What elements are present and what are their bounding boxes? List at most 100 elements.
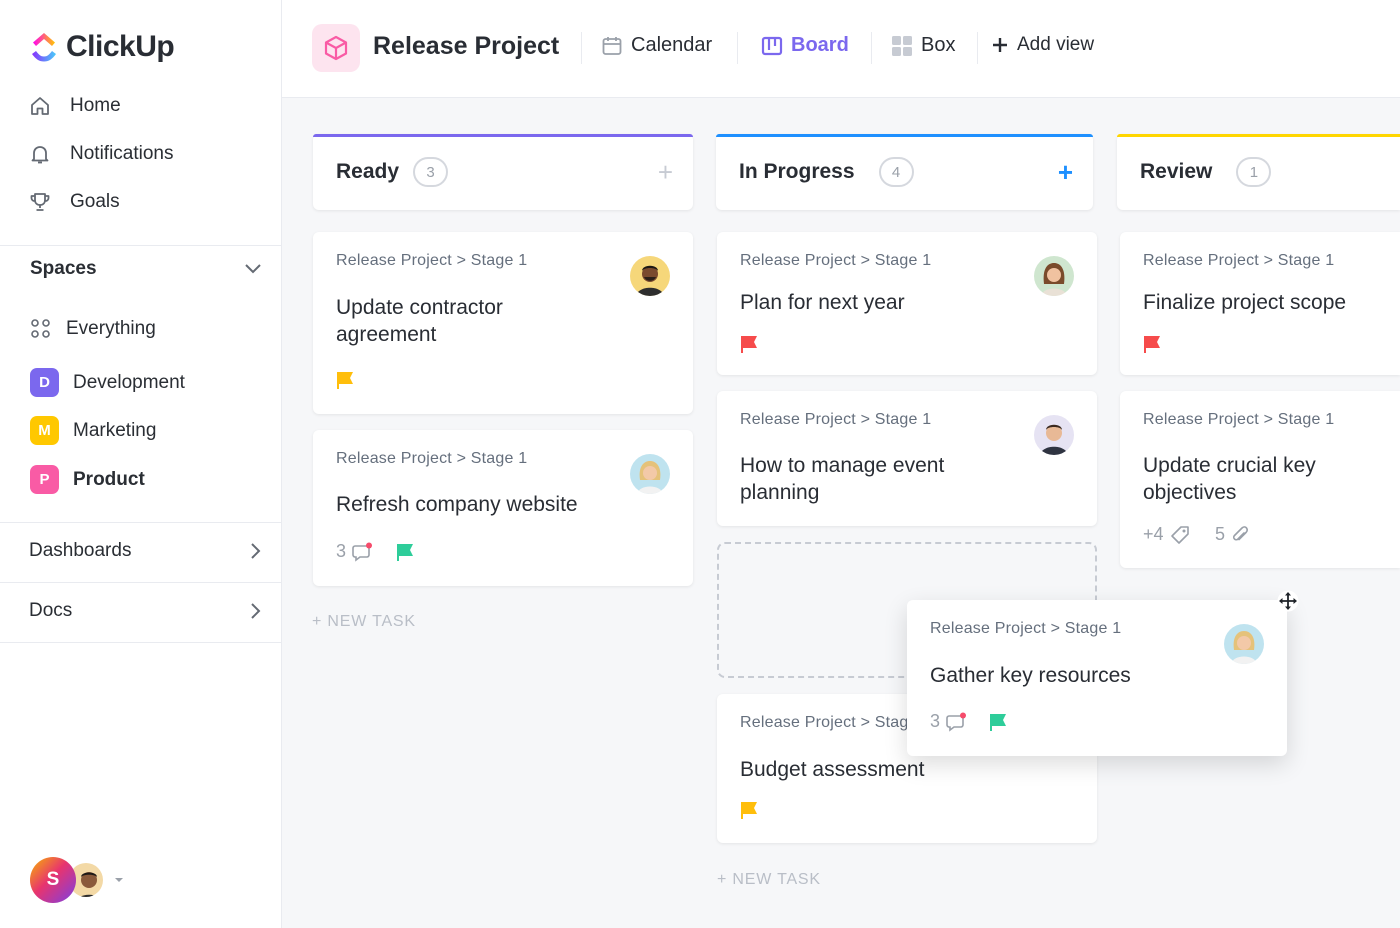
priority-flag-icon[interactable] — [1142, 335, 1162, 353]
column-count: 3 — [413, 157, 449, 187]
space-product[interactable]: P Product — [30, 465, 145, 494]
new-task-button[interactable]: + NEW TASK — [312, 613, 416, 631]
view-tab-calendar-label: Calendar — [631, 34, 713, 56]
column-title: Review — [1140, 160, 1213, 183]
task-title: How to manage event planning — [740, 454, 945, 504]
task-title: Finalize project scope — [1143, 291, 1347, 314]
space-development-label: Development — [73, 371, 185, 393]
assignee-avatar[interactable] — [1034, 256, 1074, 296]
grid-icon — [31, 319, 50, 338]
spaces-header[interactable]: Spaces — [30, 258, 262, 280]
space-development[interactable]: D Development — [30, 368, 185, 397]
priority-flag-icon[interactable] — [335, 371, 355, 389]
comment-count[interactable]: 3 — [930, 711, 968, 732]
new-task-button[interactable]: + NEW TASK — [717, 871, 821, 889]
task-title: Update crucial key objectives — [1143, 454, 1316, 504]
space-everything-label: Everything — [66, 318, 156, 339]
column-color-bar — [313, 134, 693, 137]
tag-icon — [1170, 525, 1189, 544]
assignee-avatar[interactable] — [630, 256, 670, 296]
add-task-plus-icon[interactable]: + — [658, 159, 673, 185]
assignee-avatar[interactable] — [630, 454, 670, 494]
spaces-label: Spaces — [30, 258, 97, 279]
project-icon — [312, 24, 360, 72]
view-tab-board[interactable]: Board — [761, 34, 849, 57]
task-breadcrumb: Release Project > Stage 1 — [336, 252, 528, 269]
column-header-ready[interactable]: Ready 3 + — [313, 134, 693, 210]
view-tab-calendar[interactable]: Calendar — [601, 34, 712, 57]
task-card[interactable]: Release Project > Stage 1 Update crucial… — [1120, 391, 1400, 568]
chevron-right-icon — [251, 603, 261, 619]
dashboards-row[interactable]: Dashboards — [29, 540, 261, 562]
view-separator — [737, 32, 738, 64]
sidebar-divider — [0, 245, 282, 246]
task-card[interactable]: Release Project > Stage 1 Finalize proje… — [1120, 232, 1400, 375]
priority-flag-icon[interactable] — [739, 335, 759, 353]
logo-text: ClickUp — [66, 30, 175, 63]
nav-goals[interactable]: Goals — [28, 178, 174, 226]
priority-flag-icon[interactable] — [395, 543, 415, 561]
comment-icon — [946, 712, 967, 732]
task-card[interactable]: Release Project > Stage 1 Plan for next … — [717, 232, 1097, 375]
user-menu[interactable]: S — [30, 857, 126, 903]
column-count: 4 — [878, 157, 914, 187]
trophy-icon — [28, 190, 52, 214]
assignee-avatar[interactable] — [1034, 415, 1074, 455]
home-icon — [28, 94, 52, 118]
add-task-plus-icon[interactable]: + — [1058, 159, 1073, 185]
task-breadcrumb: Release Project > Stage 1 — [740, 714, 932, 731]
caret-down-icon — [115, 878, 123, 882]
nav-notifications[interactable]: Notifications — [28, 130, 174, 178]
space-product-label: Product — [73, 468, 145, 490]
space-marketing[interactable]: M Marketing — [30, 416, 156, 445]
priority-flag-icon[interactable] — [988, 713, 1008, 731]
nav-home[interactable]: Home — [28, 82, 174, 130]
sidebar-divider — [0, 582, 282, 583]
column-color-bar — [716, 134, 1093, 137]
chevron-down-icon[interactable] — [244, 263, 262, 275]
tag-count[interactable]: +4 — [1143, 524, 1190, 545]
task-card[interactable]: Release Project > Stage 1 Update contrac… — [313, 232, 693, 414]
add-view-label: Add view — [1017, 34, 1095, 55]
cube-icon — [324, 35, 348, 61]
comment-count[interactable]: 3 — [336, 541, 374, 562]
column-count: 1 — [1236, 157, 1272, 187]
view-tab-box[interactable]: Box — [891, 34, 955, 57]
attachment-count[interactable]: 5 — [1215, 524, 1249, 545]
task-breadcrumb: Release Project > Stage 1 — [336, 450, 528, 467]
comment-icon — [352, 542, 373, 562]
space-badge-product: P — [30, 465, 59, 494]
task-breadcrumb: Release Project > Stage 1 — [1143, 252, 1335, 269]
view-separator — [977, 32, 978, 64]
column-header-in-progress[interactable]: In Progress 4 + — [716, 134, 1093, 210]
column-title: In Progress — [739, 160, 855, 183]
task-card[interactable]: Release Project > Stage 1 Refresh compan… — [313, 430, 693, 586]
column-title: Ready — [336, 160, 400, 183]
view-separator — [581, 32, 582, 64]
assignee-avatar[interactable] — [1224, 624, 1264, 664]
docs-label: Docs — [29, 600, 73, 621]
task-breadcrumb: Release Project > Stage 1 — [740, 252, 932, 269]
dashboards-label: Dashboards — [29, 540, 132, 561]
sidebar: ClickUp Home Notifications Goals Spaces — [0, 0, 282, 928]
space-everything[interactable]: Everything — [30, 318, 156, 340]
box-icon — [892, 35, 912, 56]
task-breadcrumb: Release Project > Stage 1 — [1143, 411, 1335, 428]
add-view-button[interactable]: Add view — [991, 34, 1094, 56]
paperclip-icon — [1232, 525, 1249, 541]
tag-count-value: +4 — [1143, 524, 1164, 544]
sidebar-divider — [0, 642, 282, 643]
top-header: Release Project Calendar Board Box Add v… — [282, 0, 1400, 98]
task-breadcrumb: Release Project > Stage 1 — [740, 411, 932, 428]
docs-row[interactable]: Docs — [29, 600, 261, 622]
task-title: Refresh company website — [336, 493, 578, 516]
clickup-logo[interactable]: ClickUp — [30, 30, 175, 64]
column-header-review[interactable]: Review 1 — [1117, 134, 1400, 210]
dragging-task-card[interactable]: Release Project > Stage 1 Gather key res… — [907, 600, 1287, 756]
bell-icon — [28, 142, 52, 166]
task-card[interactable]: Release Project > Stage 1 How to manage … — [717, 391, 1097, 526]
chevron-right-icon — [251, 543, 261, 559]
comment-count-value: 3 — [336, 541, 347, 561]
priority-flag-icon[interactable] — [739, 801, 759, 819]
view-tab-board-label: Board — [791, 34, 849, 56]
